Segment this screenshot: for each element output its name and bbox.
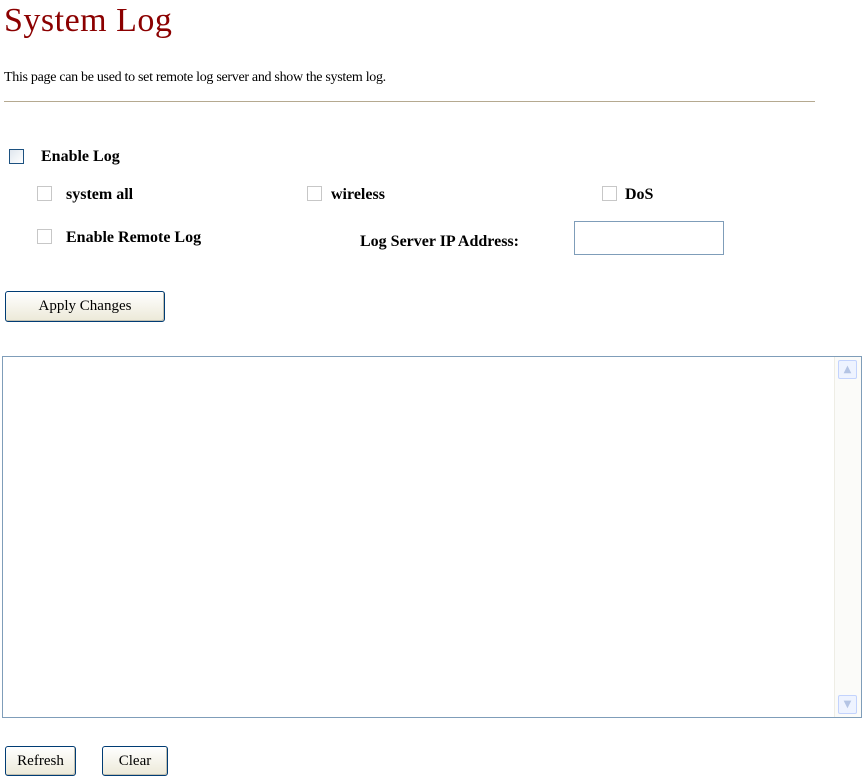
system-log-textarea[interactable]: ▲ ▼ bbox=[2, 356, 862, 718]
wireless-label: wireless bbox=[331, 186, 385, 203]
log-server-ip-input[interactable] bbox=[574, 221, 724, 255]
divider bbox=[4, 101, 815, 102]
log-scrollbar[interactable]: ▲ ▼ bbox=[834, 357, 861, 717]
chevron-down-icon[interactable]: ▼ bbox=[838, 695, 857, 714]
dos-label: DoS bbox=[625, 186, 654, 203]
refresh-button[interactable]: Refresh bbox=[5, 746, 76, 776]
page-description: This page can be used to set remote log … bbox=[4, 70, 386, 85]
enable-remote-log-checkbox[interactable] bbox=[37, 229, 52, 244]
system-all-label: system all bbox=[66, 186, 134, 203]
enable-log-checkbox[interactable] bbox=[9, 149, 24, 164]
wireless-checkbox[interactable] bbox=[307, 186, 322, 201]
enable-remote-log-label: Enable Remote Log bbox=[66, 229, 202, 246]
clear-button[interactable]: Clear bbox=[102, 746, 168, 776]
apply-changes-button[interactable]: Apply Changes bbox=[5, 291, 165, 322]
enable-log-label: Enable Log bbox=[41, 148, 120, 165]
system-log-content bbox=[5, 359, 833, 715]
system-all-checkbox[interactable] bbox=[37, 186, 52, 201]
chevron-up-icon[interactable]: ▲ bbox=[838, 360, 857, 379]
page-title: System Log bbox=[4, 2, 173, 39]
log-server-ip-label: Log Server IP Address: bbox=[360, 233, 519, 250]
dos-checkbox[interactable] bbox=[602, 186, 617, 201]
